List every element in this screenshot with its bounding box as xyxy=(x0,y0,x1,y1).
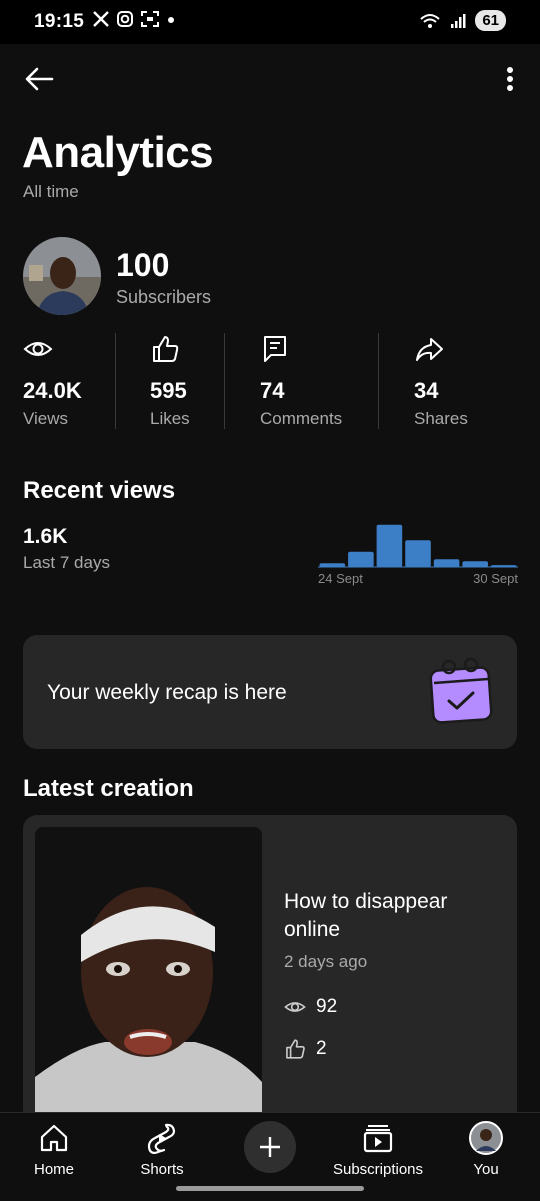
x-icon xyxy=(93,11,109,27)
thumbs-up-icon xyxy=(153,336,179,362)
more-options-icon[interactable] xyxy=(500,62,520,96)
latest-creation-title: Latest creation xyxy=(23,775,194,802)
recent-views-period: Last 7 days xyxy=(23,553,110,572)
subscriber-count: 100 xyxy=(116,247,170,283)
nav-shorts-label: Shorts xyxy=(140,1161,184,1178)
nav-home[interactable]: Home xyxy=(4,1121,104,1178)
chart-bar-6 xyxy=(462,561,488,568)
nav-home-label: Home xyxy=(33,1161,74,1178)
wifi-icon xyxy=(420,13,440,28)
profile-avatar-icon xyxy=(469,1121,503,1155)
nav-you[interactable]: You xyxy=(436,1121,536,1178)
time-range-label: All time xyxy=(23,182,79,201)
video-views: 92 xyxy=(284,996,337,1018)
stat-divider xyxy=(224,333,225,429)
recent-views-chart[interactable]: 24 Sept 30 Sept xyxy=(318,510,518,590)
video-age: 2 days ago xyxy=(284,952,368,971)
channel-avatar[interactable] xyxy=(23,237,101,315)
stat-views-label: Views xyxy=(23,409,69,428)
stat-likes-value: 595 xyxy=(150,378,187,403)
video-title[interactable]: How to disappear online xyxy=(284,888,504,944)
chart-bar-5 xyxy=(433,559,460,567)
subscriptions-icon xyxy=(363,1125,393,1153)
comment-icon xyxy=(264,336,286,362)
status-bar: 19:15 61 xyxy=(0,0,540,44)
plus-icon xyxy=(260,1137,280,1157)
chart-bar-4 xyxy=(405,540,431,567)
battery-level: 61 xyxy=(475,10,506,31)
create-button[interactable] xyxy=(244,1121,296,1173)
recent-views-title: Recent views xyxy=(23,477,176,504)
chart-tick-start: 24 Sept xyxy=(318,571,363,586)
chart-bar-2 xyxy=(348,551,374,567)
nav-shorts[interactable]: Shorts xyxy=(112,1121,212,1178)
stat-comments-value: 74 xyxy=(260,378,285,403)
video-likes: 2 xyxy=(284,1038,327,1060)
home-icon xyxy=(40,1124,68,1152)
chart-bar-1 xyxy=(319,563,346,567)
dot-icon xyxy=(168,17,174,23)
nav-you-label: You xyxy=(473,1161,499,1178)
page-title: Analytics xyxy=(22,128,214,177)
latest-video-card[interactable]: How to disappear online 2 days ago 92 2 xyxy=(23,815,517,1125)
stat-shares-value: 34 xyxy=(414,378,439,403)
weekly-recap-card[interactable]: Your weekly recap is here xyxy=(23,635,517,749)
eye-icon xyxy=(23,342,53,356)
back-arrow-icon[interactable] xyxy=(22,62,56,96)
stat-likes-label: Likes xyxy=(150,409,190,428)
nav-subscriptions-label: Subscriptions xyxy=(332,1161,424,1178)
instagram-icon xyxy=(117,11,133,27)
stat-views-value: 24.0K xyxy=(23,378,82,403)
video-likes-value: 2 xyxy=(316,1038,327,1059)
status-notification-icons xyxy=(92,10,176,28)
weekly-recap-text: Your weekly recap is here xyxy=(47,681,287,704)
recent-views-value: 1.6K xyxy=(23,525,68,548)
chart-tick-end: 30 Sept xyxy=(473,571,518,586)
status-time: 19:15 xyxy=(34,11,85,32)
thumbs-up-icon xyxy=(286,1039,305,1059)
calendar-check-icon xyxy=(429,657,493,724)
shorts-icon xyxy=(147,1123,176,1154)
nav-subscriptions[interactable]: Subscriptions xyxy=(328,1121,428,1178)
video-thumbnail[interactable] xyxy=(35,827,262,1125)
stat-shares-label: Shares xyxy=(414,409,468,428)
video-views-value: 92 xyxy=(316,996,338,1017)
stat-divider xyxy=(115,333,116,429)
scan-icon xyxy=(141,11,159,27)
chart-bar-3 xyxy=(376,524,403,567)
status-right-icons: 61 xyxy=(419,10,506,31)
subscriber-label: Subscribers xyxy=(116,287,212,307)
eye-icon xyxy=(284,1002,306,1012)
gesture-handle[interactable] xyxy=(176,1186,364,1191)
share-icon xyxy=(416,338,443,361)
signal-icon xyxy=(451,13,466,28)
stat-comments-label: Comments xyxy=(260,409,343,428)
stat-divider xyxy=(378,333,379,429)
